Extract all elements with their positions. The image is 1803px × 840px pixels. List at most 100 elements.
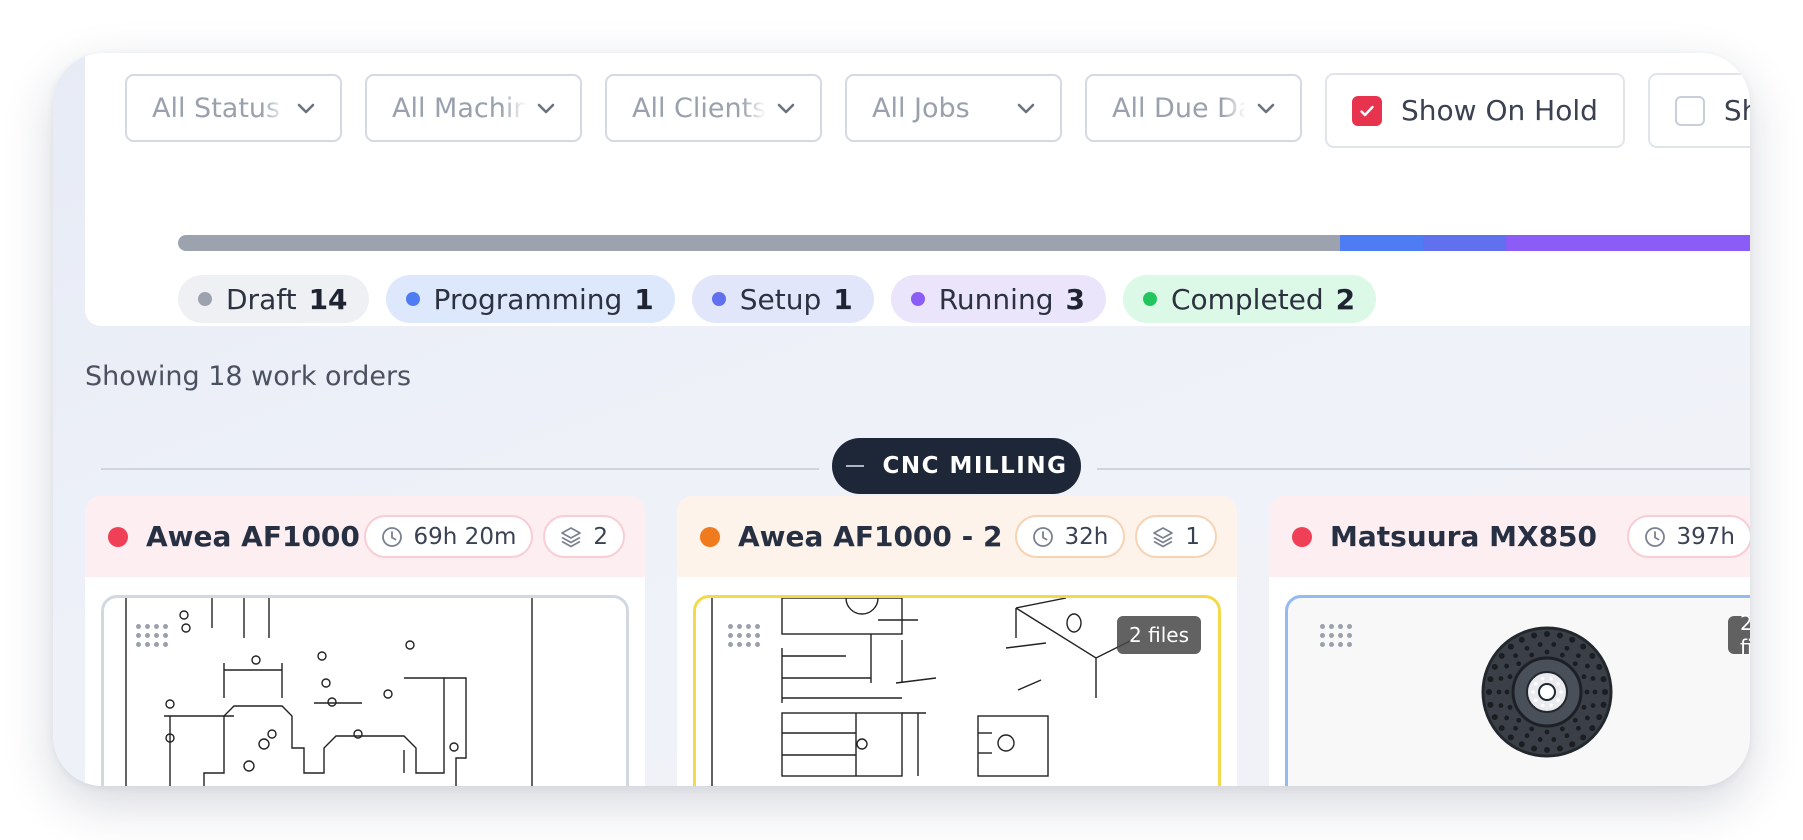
render-hole	[1572, 717, 1578, 723]
render-hole	[1564, 645, 1570, 651]
time-value: 69h 20m	[413, 523, 517, 550]
chevron-down-icon	[1257, 103, 1275, 114]
card-header: Awea AF1000 - 2 32h 1	[677, 496, 1237, 577]
clock-icon	[1644, 526, 1665, 547]
card-header: Awea AF1000 ... 69h 20m 2	[85, 496, 645, 577]
render-hole	[1504, 663, 1510, 669]
group-divider-left	[101, 468, 819, 470]
render-hole	[1590, 676, 1596, 681]
render-hole	[1584, 689, 1590, 695]
chip-count: 2	[1335, 282, 1356, 316]
machine-filter-select[interactable]: All Machines	[365, 74, 582, 142]
drawing-preview[interactable]: 2 files	[1285, 595, 1750, 786]
machine-name: Awea AF1000 ...	[146, 520, 364, 553]
render-hole	[1544, 649, 1550, 655]
render-hole	[1600, 676, 1607, 683]
progress-segment-setup	[1423, 235, 1506, 251]
render-hole	[1556, 745, 1563, 752]
group-header-cnc-milling[interactable]: CNC MILLING	[832, 438, 1081, 494]
status-chip-programming[interactable]: Programming 1	[385, 275, 675, 323]
render-hole	[1569, 741, 1576, 748]
status-dot	[700, 526, 720, 547]
drag-handle-icon[interactable]	[136, 624, 168, 647]
files-count-badge: 2 files	[1728, 611, 1750, 659]
status-chip-completed[interactable]: Completed 2	[1122, 275, 1377, 323]
status-chip-running[interactable]: Running 3	[890, 275, 1106, 323]
render-hole	[1596, 714, 1603, 721]
chevron-down-icon	[1017, 103, 1035, 114]
drawing-preview[interactable]	[101, 595, 629, 786]
render-hole	[1569, 636, 1576, 643]
part-render-image	[1481, 626, 1613, 758]
render-hole	[1487, 676, 1494, 683]
show-completed-toggle[interactable]: Show Completed	[1647, 73, 1750, 148]
render-hole	[1513, 653, 1518, 659]
client-filter-value: All Clients	[632, 92, 766, 124]
render-hole	[1584, 715, 1590, 721]
render-hole	[1596, 663, 1603, 670]
group-divider-right	[1097, 468, 1750, 470]
time-badge: 69h 20m	[363, 515, 534, 558]
render-hole	[1529, 652, 1535, 658]
job-filter-select[interactable]: All Jobs	[845, 74, 1062, 142]
render-hole	[1507, 734, 1514, 741]
render-hole	[1590, 703, 1596, 708]
status-dot-icon	[711, 292, 726, 306]
machine-card[interactable]: Matsuura MX850 397h 2 files	[1269, 496, 1750, 786]
render-hole	[1602, 689, 1608, 695]
render-hole	[1564, 733, 1570, 739]
render-hole	[1498, 725, 1505, 732]
due-date-filter-select[interactable]: All Due Dates	[1085, 74, 1302, 142]
render-hole	[1504, 689, 1510, 695]
progress-segment-running	[1506, 235, 1750, 251]
status-filter-select[interactable]: All Status	[125, 74, 342, 142]
time-badge: 32h	[1014, 515, 1126, 558]
status-filter-value: All Status	[152, 92, 281, 124]
render-hole	[1551, 642, 1557, 647]
show-on-hold-toggle[interactable]: Show On Hold	[1325, 73, 1625, 148]
status-chips: Draft 14 Programming 1 Setup 1 Running 3 Complet…	[178, 275, 1377, 323]
render-hole	[1544, 631, 1550, 637]
status-chip-setup[interactable]: Setup 1	[691, 275, 874, 323]
render-hole	[1487, 701, 1494, 708]
render-hole	[1513, 725, 1518, 731]
render-hole	[1518, 741, 1525, 748]
show-completed-checkbox[interactable]	[1674, 95, 1705, 126]
status-dot-icon	[910, 292, 925, 306]
machine-card[interactable]: Awea AF1000 ... 69h 20m 2	[85, 496, 645, 786]
chevron-down-icon	[537, 103, 555, 114]
client-filter-select[interactable]: All Clients	[605, 74, 822, 142]
render-hole	[1516, 717, 1522, 723]
status-progress-bar	[178, 235, 1750, 251]
render-hole	[1491, 714, 1498, 721]
status-dot	[108, 526, 128, 547]
files-count-badge: 2 files	[1117, 616, 1201, 654]
status-dot	[1292, 526, 1312, 547]
machine-filter-value: All Machines	[392, 92, 526, 124]
time-value: 32h	[1064, 523, 1109, 550]
group-label: CNC MILLING	[882, 453, 1068, 479]
render-hole	[1524, 733, 1530, 739]
drawing-preview[interactable]: 2 files	[693, 595, 1221, 786]
status-dot-icon	[1142, 292, 1157, 306]
render-hole	[1507, 704, 1513, 710]
machine-card[interactable]: Awea AF1000 - 2 32h 1 2 files	[677, 496, 1237, 786]
machine-name: Matsuura MX850	[1330, 520, 1598, 553]
render-hub-hole	[1556, 681, 1561, 686]
time-badge: 397h	[1626, 515, 1750, 558]
chip-count: 3	[1065, 282, 1085, 316]
show-on-hold-checkbox[interactable]	[1352, 95, 1382, 126]
show-completed-label: Show Completed	[1723, 94, 1750, 127]
chip-label: Completed	[1170, 282, 1324, 316]
drag-handle-icon[interactable]	[1320, 624, 1352, 647]
render-hole	[1589, 652, 1596, 659]
render-hole	[1559, 652, 1565, 658]
status-chip-draft[interactable]: Draft 14	[178, 275, 369, 323]
render-hole	[1498, 703, 1504, 708]
drag-handle-icon[interactable]	[728, 624, 760, 647]
render-hole	[1559, 726, 1565, 732]
render-hole	[1581, 674, 1587, 680]
render-hole	[1531, 745, 1538, 752]
render-hub-hole	[1559, 690, 1563, 694]
render-hub-hole	[1533, 698, 1538, 703]
